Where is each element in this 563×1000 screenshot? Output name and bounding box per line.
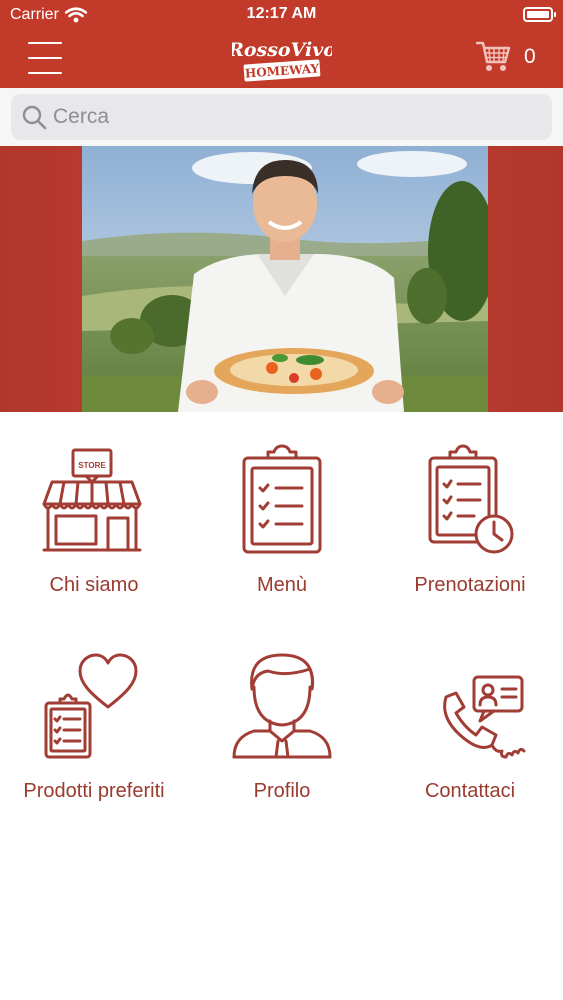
search-bar-container [0,88,563,146]
clipboard-list-icon [242,444,322,554]
clipboard-clock-icon [428,444,514,554]
search-input[interactable] [53,105,533,129]
shopping-cart-icon [476,41,511,71]
hamburger-menu-icon[interactable] [28,40,62,76]
cart-button[interactable]: 0 [476,40,536,74]
menu-item-label: Profilo [253,780,311,802]
menu-item-prenotazioni[interactable]: Prenotazioni [376,412,563,612]
cart-count: 0 [524,45,536,68]
menu-item-profilo[interactable]: Profilo [188,617,376,817]
user-icon [232,653,332,759]
menu-item-contattaci[interactable]: Contattaci [376,617,563,817]
store-icon: STORE [42,448,142,552]
logo-wordmark: RossoVivo [232,39,332,61]
hero-banner [0,146,563,412]
status-bar: Carrier 12:17 AM [0,0,563,30]
menu-item-menu[interactable]: Menù [188,412,376,612]
menu-item-prodotti-preferiti[interactable]: Prodotti preferiti [0,617,188,817]
battery-icon [523,7,556,22]
rossovivo-logo: RossoVivo HOMEWAY [232,39,332,82]
menu-item-label: Prodotti preferiti [23,780,165,802]
menu-item-label: Contattaci [424,780,516,802]
chef-with-pizza-photo [82,146,488,412]
menu-item-label: Chi siamo [49,574,139,596]
menu-item-chi-siamo[interactable]: STORE Chi siamo [0,412,188,612]
status-time: 12:17 AM [246,5,317,22]
menu-item-label: Menù [256,574,308,596]
heart-clipboard-icon [44,653,138,759]
menu-grid: STORE Chi siamo Menù Prenotazioni Prodot… [0,412,563,1000]
search-icon [22,105,47,130]
phone-contact-icon [443,675,526,759]
search-bar[interactable] [11,94,552,140]
menu-item-label: Prenotazioni [414,574,526,596]
nav-bar: RossoVivo HOMEWAY 0 [0,30,563,88]
store-sign-label: STORE [78,461,106,470]
